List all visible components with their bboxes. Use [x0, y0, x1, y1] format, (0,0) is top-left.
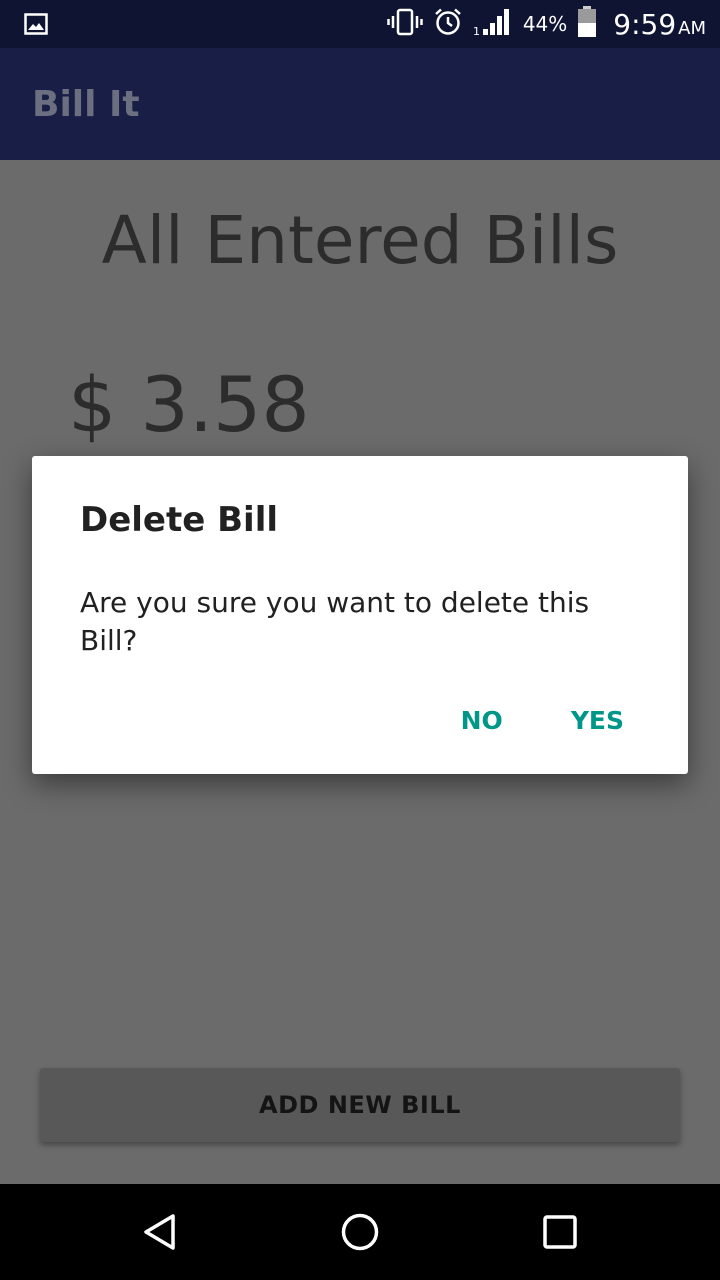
alarm-icon	[433, 7, 463, 41]
status-icons: 1 44% 9:59 AM	[387, 0, 706, 48]
signal-sim-label: 1	[473, 25, 480, 37]
no-button[interactable]: NO	[427, 696, 537, 744]
recents-icon[interactable]	[540, 1212, 580, 1252]
bill-amount[interactable]: $ 3.58	[68, 360, 310, 449]
back-icon[interactable]	[140, 1212, 180, 1252]
battery-percent: 44%	[522, 12, 568, 36]
image-icon	[24, 12, 48, 36]
delete-bill-dialog: Delete Bill Are you sure you want to del…	[32, 456, 688, 774]
status-time-value: 9:59	[613, 7, 677, 41]
navigation-bar	[0, 1184, 720, 1280]
home-icon[interactable]	[340, 1212, 380, 1252]
vibrate-icon	[387, 8, 423, 40]
status-bar: 1 44% 9:59 AM	[0, 0, 720, 48]
status-time: 9:59 AM	[613, 8, 706, 41]
add-new-bill-button[interactable]: ADD NEW BILL	[40, 1068, 680, 1142]
dialog-title: Delete Bill	[80, 500, 279, 540]
dialog-message: Are you sure you want to delete this Bil…	[80, 586, 590, 657]
battery-icon	[577, 6, 597, 42]
screen: 1 44% 9:59 AM Bill It All Entered Bills …	[0, 0, 720, 1280]
status-time-ampm: AM	[678, 17, 706, 39]
page-heading: All Entered Bills	[101, 202, 619, 279]
dialog-actions: NO YES	[427, 696, 658, 744]
signal-icon: 1	[473, 7, 513, 41]
app-title: Bill It	[32, 83, 140, 125]
app-bar: Bill It	[0, 48, 720, 160]
yes-button[interactable]: YES	[537, 696, 658, 744]
